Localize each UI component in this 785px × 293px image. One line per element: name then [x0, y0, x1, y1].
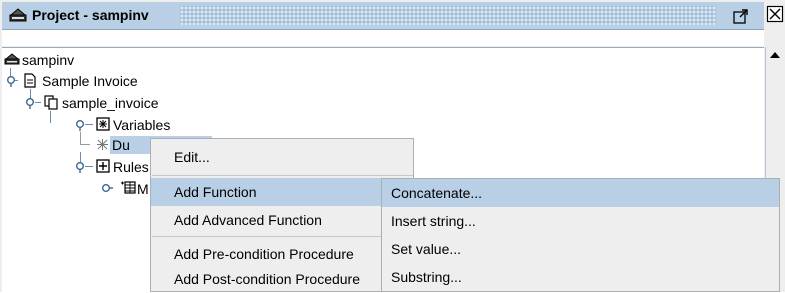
tree-connector — [80, 144, 90, 145]
add-function-submenu: Concatenate... Insert string... Set valu… — [381, 178, 780, 292]
menu-separator — [152, 175, 413, 176]
project-icon — [4, 53, 20, 65]
submenu-item-label: Concatenate... — [391, 185, 483, 201]
tree-connector — [80, 132, 81, 144]
tree-connector — [85, 166, 93, 167]
collapse-handle-icon[interactable] — [101, 182, 113, 194]
close-window-icon[interactable] — [766, 3, 785, 24]
menu-separator — [152, 236, 413, 237]
tree-node-variables[interactable]: Variables — [113, 117, 170, 133]
menu-item-label: Add Post-condition Procedure — [174, 271, 360, 287]
expand-handle-icon[interactable] — [24, 97, 36, 109]
tree-node-sample-invoice-schema[interactable]: sample_invoice — [62, 95, 159, 111]
menu-item-edit[interactable]: Edit... — [151, 143, 413, 171]
submenu-item-label: Insert string... — [391, 213, 476, 229]
variable-icon — [97, 139, 108, 150]
submenu-item-label: Set value... — [391, 241, 462, 257]
menu-item-label: Add Function — [174, 184, 257, 200]
tree-node-root[interactable]: sampinv — [22, 52, 74, 68]
title-bar[interactable]: Project - sampinv — [2, 2, 764, 30]
submenu-item-substring[interactable]: Substring... — [382, 263, 779, 291]
tree-connector — [35, 102, 41, 103]
menu-item-add-pre-condition-procedure[interactable]: Add Pre-condition Procedure — [151, 240, 413, 268]
project-icon — [9, 8, 27, 22]
expand-handle-icon[interactable] — [74, 161, 86, 173]
menu-item-add-post-condition-procedure[interactable]: Add Post-condition Procedure — [151, 265, 413, 293]
rules-icon — [96, 159, 110, 173]
document-icon — [24, 73, 36, 88]
submenu-item-concatenate[interactable]: Concatenate... — [382, 179, 779, 207]
menu-item-add-advanced-function[interactable]: Add Advanced Function — [151, 206, 413, 234]
tree-node-rule-item[interactable]: M — [137, 181, 149, 197]
tree-node-variable-selected[interactable]: Du — [112, 137, 130, 153]
project-window: Project - sampinv sampinv Sample Invoice — [0, 0, 785, 293]
menu-item-label: Add Advanced Function — [174, 212, 322, 228]
float-window-icon[interactable] — [731, 6, 751, 26]
menu-item-label: Add Pre-condition Procedure — [174, 246, 354, 262]
submenu-item-set-value[interactable]: Set value... — [382, 235, 779, 263]
scroll-up-arrow-icon[interactable] — [766, 47, 784, 65]
menu-item-label: Edit... — [174, 149, 210, 165]
submenu-item-insert-string[interactable]: Insert string... — [382, 207, 779, 235]
context-menu: Edit... Add Function Add Advanced Functi… — [150, 138, 414, 292]
variables-icon — [96, 117, 110, 131]
tree-top-padding — [2, 30, 764, 46]
rule-table-icon — [121, 181, 136, 194]
expand-handle-icon[interactable] — [5, 75, 17, 87]
tree-connector — [85, 124, 93, 125]
title-bar-grip — [180, 6, 716, 25]
window-title: Project - sampinv — [32, 7, 149, 23]
expand-handle-icon[interactable] — [74, 119, 86, 131]
submenu-item-label: Substring... — [391, 269, 462, 285]
menu-item-add-function[interactable]: Add Function — [151, 178, 413, 206]
tree-connector — [50, 111, 51, 123]
schema-icon — [44, 95, 58, 110]
tree-node-sample-invoice[interactable]: Sample Invoice — [42, 73, 138, 89]
tree-node-rules[interactable]: Rules — [113, 159, 149, 175]
